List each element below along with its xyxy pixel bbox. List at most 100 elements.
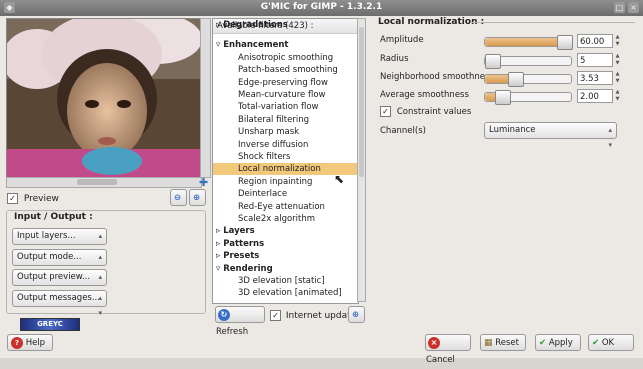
input-layers-value: Input layers...	[17, 231, 76, 241]
search-button[interactable]: ⊕	[348, 306, 365, 323]
param-label: Amplitude	[380, 35, 424, 45]
maximize-icon[interactable]: □	[614, 2, 625, 13]
filter-row-label: Anisotropic smoothing	[238, 52, 334, 63]
input-output-label: Input / Output :	[12, 212, 95, 222]
output-messages-select[interactable]: Output messages... ▴ ▾	[12, 290, 107, 317]
output-mode-select[interactable]: Output mode...▴▾	[12, 249, 107, 276]
param-value-field[interactable]: 60.00	[577, 34, 613, 48]
search-icon: ⊕	[352, 310, 360, 320]
scroll-thumb[interactable]	[359, 27, 364, 177]
input-layers-select[interactable]: Input layers...▴▾	[12, 228, 107, 255]
filter-row-label: Deinterlace	[238, 189, 288, 200]
params-title: Local normalization :	[378, 17, 485, 27]
filter-row-label: Red-Eye attenuation	[238, 201, 325, 212]
scroll-thumb[interactable]	[77, 179, 117, 185]
cancel-label: Cancel	[426, 355, 455, 365]
filter-tree-scrollbar[interactable]	[357, 18, 366, 302]
spin-arrows-icon[interactable]: ▲ ▼	[614, 53, 621, 67]
channels-value: Luminance	[489, 125, 536, 135]
refresh-button[interactable]: ↻ Refresh	[215, 306, 265, 337]
combo-arrow-icon: ▴▾	[98, 294, 102, 317]
filter-row[interactable]: ▹ Layers	[213, 225, 358, 237]
filter-tree[interactable]: Available filters (423) : ▹ Degradations…	[212, 18, 359, 304]
filter-row[interactable]: Total-variation flow	[213, 101, 358, 113]
output-messages-value: Output messages...	[17, 293, 100, 303]
zoom-out-icon: ⊖	[174, 193, 182, 203]
preview-image[interactable]	[6, 18, 202, 178]
param-slider[interactable]	[484, 72, 572, 87]
param-slider[interactable]	[484, 90, 572, 105]
cancel-button[interactable]: × Cancel	[425, 334, 471, 365]
filter-row[interactable]: Edge-preserving flow	[213, 77, 358, 89]
slider-handle[interactable]	[495, 90, 511, 105]
param-slider[interactable]	[484, 54, 572, 69]
param-label: Average smoothness	[380, 90, 469, 100]
zoom-in-button[interactable]: ⊕	[189, 189, 206, 206]
constraint-checkbox[interactable]: ✓	[380, 106, 391, 117]
output-preview-value: Output preview...	[17, 272, 91, 282]
spin-arrows-icon[interactable]: ▲ ▼	[614, 71, 621, 85]
filter-row[interactable]: Shock filters	[213, 151, 358, 163]
filter-row[interactable]: ▹ Degradations	[213, 19, 358, 31]
constraint-label: Constraint values	[396, 107, 472, 117]
param-value-field[interactable]: 3.53	[577, 71, 613, 85]
param-value-field[interactable]: 5	[577, 53, 613, 67]
reset-label: Reset	[495, 338, 519, 348]
reset-icon: ▦	[484, 338, 493, 348]
ok-button[interactable]: ✔ OK	[588, 334, 634, 351]
param-slider[interactable]	[484, 35, 573, 50]
filter-row[interactable]: Inverse diffusion	[213, 139, 358, 151]
filter-row[interactable]: Patch-based smoothing	[213, 64, 358, 76]
zoom-out-button[interactable]: ⊖	[170, 189, 187, 206]
filter-row[interactable]: Mean-curvature flow	[213, 89, 358, 101]
filter-row-label: 3D elevation [static]	[238, 276, 325, 286]
channels-select[interactable]: Luminance ▴ ▾	[484, 122, 617, 149]
constraint-row[interactable]: ✓ Constraint values	[380, 106, 471, 117]
filter-row-label: Enhancement	[223, 40, 289, 51]
combo-arrow-icon: ▴▾	[608, 126, 612, 149]
reset-button[interactable]: ▦ Reset	[480, 334, 526, 351]
params-divider	[470, 22, 635, 23]
filter-row[interactable]: ▿ Enhancement	[213, 39, 358, 51]
filter-row[interactable]: ▿ Rendering	[213, 263, 358, 275]
filter-row-label: Bilateral filtering	[238, 114, 310, 125]
ok-icon: ✔	[592, 338, 600, 348]
apply-button[interactable]: ✔ Apply	[535, 334, 581, 351]
ok-label: OK	[601, 338, 615, 348]
filter-row-label: Layers	[223, 226, 255, 237]
slider-handle[interactable]	[557, 35, 573, 50]
internet-updates-checkbox[interactable]: ✓	[270, 310, 281, 321]
filter-row[interactable]: Unsharp mask	[213, 126, 358, 138]
cancel-icon: ×	[428, 336, 440, 349]
preview-vscrollbar[interactable]	[200, 18, 211, 178]
filter-row[interactable]: ▹ Presets	[213, 250, 358, 262]
filter-row[interactable]: 3D elevation [static]	[213, 275, 358, 287]
filter-row[interactable]: ▹ Patterns	[213, 238, 358, 250]
close-icon[interactable]: ×	[628, 2, 639, 13]
filter-row[interactable]: Deinterlace	[213, 188, 358, 200]
help-icon: ?	[11, 336, 23, 349]
param-value-field[interactable]: 2.00	[577, 89, 613, 103]
filter-row[interactable]: Red-Eye attenuation	[213, 201, 358, 213]
refresh-icon: ↻	[218, 308, 230, 321]
spin-arrows-icon[interactable]: ▲ ▼	[614, 89, 621, 103]
filter-row[interactable]: Scale2x algorithm	[213, 213, 358, 225]
help-button[interactable]: ? Help	[7, 334, 53, 351]
apply-label: Apply	[548, 338, 573, 348]
filter-row-label: Region inpainting	[238, 176, 313, 187]
preview-checkbox-row[interactable]: ✓ Preview	[7, 193, 59, 204]
move-icon[interactable]: ✚	[199, 176, 208, 189]
param-label: Radius	[380, 54, 409, 64]
filter-row[interactable]: Anisotropic smoothing	[213, 52, 358, 64]
output-preview-select[interactable]: Output preview...▴▾	[12, 269, 107, 296]
preview-label: Preview	[23, 194, 59, 204]
zoom-in-icon: ⊕	[193, 193, 201, 203]
slider-handle[interactable]	[508, 72, 524, 87]
filter-row[interactable]: Bilateral filtering	[213, 114, 358, 126]
spin-arrows-icon[interactable]: ▲ ▼	[614, 34, 621, 48]
slider-handle[interactable]	[485, 54, 501, 69]
filter-row[interactable]: 3D elevation [animated]	[213, 287, 358, 299]
preview-hscrollbar[interactable]	[6, 177, 202, 188]
refresh-label: Refresh	[216, 327, 249, 337]
preview-checkbox[interactable]: ✓	[7, 193, 18, 204]
